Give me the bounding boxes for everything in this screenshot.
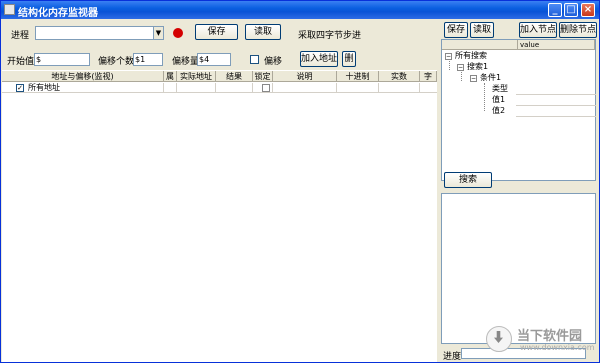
col-decimal[interactable]: 十进制 (337, 71, 379, 82)
tree-leaf-value1[interactable]: 值1 (492, 95, 505, 105)
minimize-button[interactable]: _ (548, 3, 562, 17)
title-bar[interactable]: 结构化内存监视器 _ □ × (1, 1, 599, 19)
add-address-button[interactable]: 加入地址 (300, 51, 338, 67)
tree-node-search[interactable]: 搜索1 (467, 62, 488, 72)
offset-count-input[interactable]: $1 (133, 53, 163, 66)
offset-check-label: 偏移 (264, 57, 283, 67)
read-button[interactable]: 读取 (245, 24, 281, 40)
watermark-url: www.downxia.com (520, 343, 595, 352)
col-char[interactable]: 字 (420, 71, 437, 82)
table-row[interactable]: ✓ 所有地址 (2, 83, 437, 93)
offset-amount-input[interactable]: $4 (197, 53, 231, 66)
col-address[interactable]: 地址与偏移(监视) (2, 71, 164, 82)
tree-header-name (442, 40, 518, 50)
offset-amount-label: 偏移量 (172, 57, 200, 67)
watermark: 当下软件园 www.downxia.com (486, 324, 596, 356)
add-node-button[interactable]: 加入节点 (519, 22, 557, 38)
process-label: 进程 (11, 31, 30, 41)
left-panel: 进程 ▼ 保存 读取 采取四字节步进 开始值 $ 偏移个数 $1 偏移量 $4 … (2, 20, 437, 362)
row-address-text: 所有地址 (28, 83, 60, 92)
right-panel: 保存 读取 加入节点 删除节点 value − 所有搜索 − 搜索1 − 条件1… (439, 20, 599, 362)
expand-condition-icon[interactable]: − (470, 75, 477, 82)
read4-label: 采取四字节步进 (298, 31, 362, 41)
search-tree: value − 所有搜索 − 搜索1 − 条件1 类型 值1 值2 (441, 39, 596, 181)
progress-label: 进度 (443, 352, 462, 362)
record-icon[interactable] (173, 28, 183, 38)
tree-header-value: value (518, 40, 595, 50)
col-attr[interactable]: 属 (164, 71, 177, 82)
main-window: 结构化内存监视器 _ □ × 进程 ▼ 保存 读取 采取四字节步进 开始值 $ … (0, 0, 600, 363)
address-cell (2, 83, 164, 93)
maximize-button[interactable]: □ (564, 3, 578, 17)
window-title: 结构化内存监视器 (18, 8, 98, 19)
result-box[interactable] (441, 193, 596, 344)
close-button[interactable]: × (581, 3, 595, 17)
tree-leaf-value2[interactable]: 值2 (492, 106, 505, 116)
tree-node-root[interactable]: 所有搜索 (455, 51, 487, 61)
tree-node-condition[interactable]: 条件1 (480, 73, 501, 83)
start-value-label: 开始值 (7, 57, 35, 67)
right-save-button[interactable]: 保存 (444, 22, 468, 38)
col-description[interactable]: 说明 (273, 71, 337, 82)
offset-checkbox[interactable] (250, 55, 259, 64)
save-button[interactable]: 保存 (195, 24, 238, 40)
col-real[interactable]: 实数 (379, 71, 420, 82)
tree-leaf-type[interactable]: 类型 (492, 84, 508, 94)
search-area: 搜索 (441, 172, 596, 192)
start-value-input[interactable]: $ (34, 53, 90, 66)
delete-node-button[interactable]: 删除节点 (559, 22, 597, 38)
chevron-down-icon[interactable]: ▼ (153, 27, 163, 39)
row-lock-checkbox[interactable] (262, 84, 270, 92)
toolbar: 进程 ▼ 保存 读取 采取四字节步进 开始值 $ 偏移个数 $1 偏移量 $4 … (2, 20, 437, 70)
row-checkbox[interactable]: ✓ (16, 84, 24, 92)
right-read-button[interactable]: 读取 (470, 22, 494, 38)
col-lock[interactable]: 锁定 (253, 71, 273, 82)
grid-header: 地址与偏移(监视) 属 实际地址 结果 锁定 说明 十进制 实数 字 (2, 71, 437, 82)
watermark-brand: 当下软件园 (517, 329, 583, 344)
expand-root-icon[interactable]: − (445, 53, 452, 60)
app-icon (4, 4, 15, 15)
col-actual-address[interactable]: 实际地址 (177, 71, 216, 82)
delete-button[interactable]: 删 (342, 51, 356, 67)
offset-count-label: 偏移个数 (98, 57, 135, 67)
col-result[interactable]: 结果 (216, 71, 253, 82)
process-combo[interactable]: ▼ (35, 26, 164, 40)
search-button[interactable]: 搜索 (444, 172, 492, 188)
expand-search-icon[interactable]: − (457, 64, 464, 71)
